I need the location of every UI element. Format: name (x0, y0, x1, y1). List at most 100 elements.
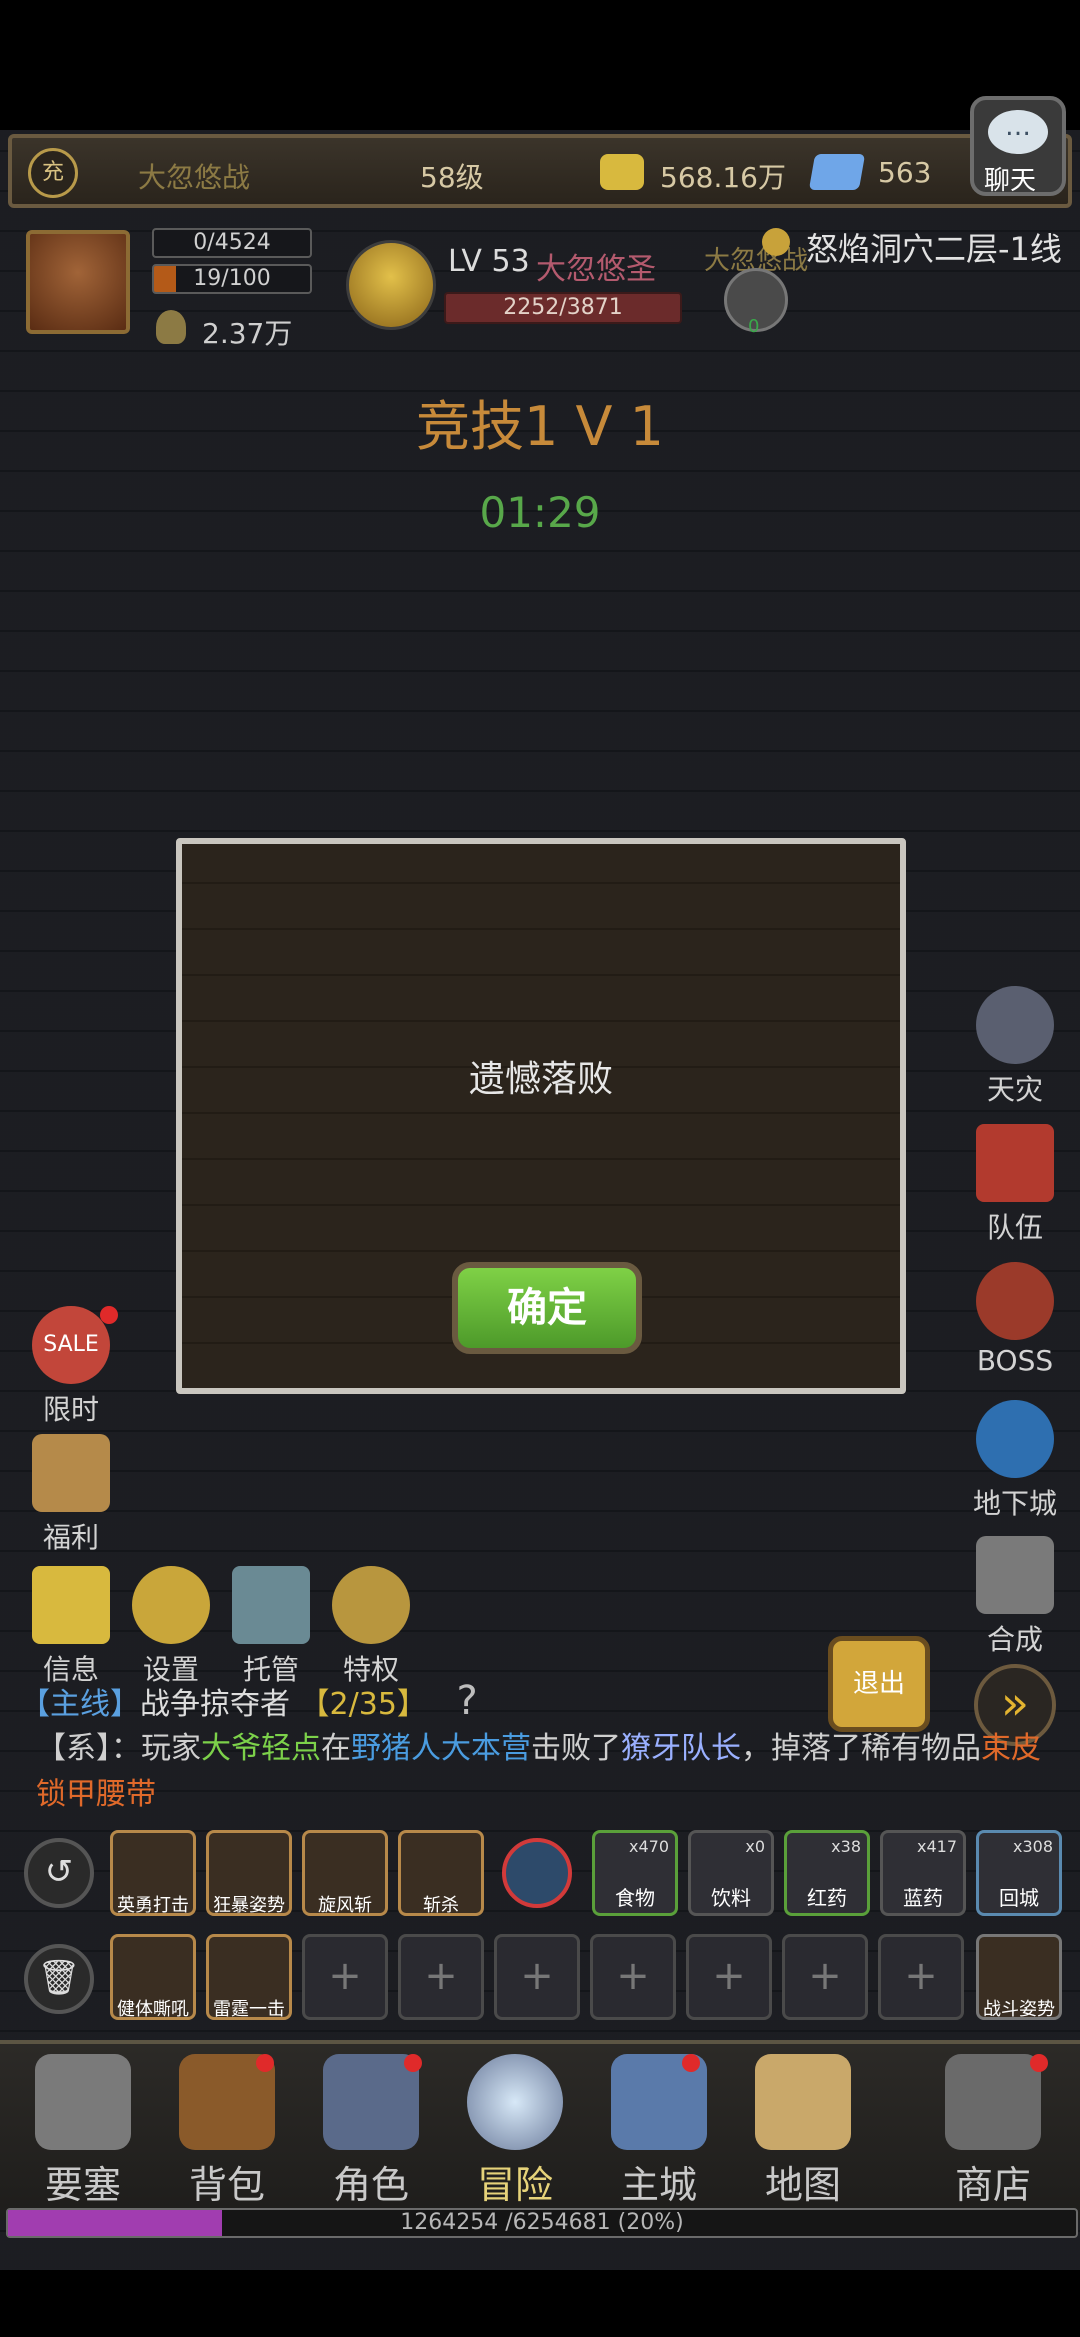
log-player: 大爷轻点 (201, 1731, 321, 1766)
log-place: 野猪人大本营 (351, 1731, 531, 1766)
skill-slot[interactable]: 狂暴姿势 (206, 1830, 292, 1916)
item-slot-drink[interactable]: x0 饮料 (688, 1830, 774, 1916)
item-name: 食物 (615, 1886, 655, 1910)
target-level: LV 53 (448, 244, 530, 279)
side-menu-craft[interactable]: 合成 (960, 1536, 1070, 1658)
nav-fortress[interactable]: 要塞 (16, 2054, 150, 2209)
item-slot-red-potion[interactable]: x38 红药 (784, 1830, 870, 1916)
notification-dot (100, 1306, 118, 1324)
quest-name: 战争掠夺者 (140, 1687, 290, 1722)
item-name: 红药 (807, 1886, 847, 1910)
item-count: x417 (916, 1837, 957, 1856)
skill-label: 战斗姿势 (983, 1999, 1055, 2020)
top-status-bar: 充 大忽悠战 58级 568.16万 563 (8, 134, 1072, 208)
arena-timer: 01:29 (479, 488, 601, 537)
empty-slot[interactable]: + (686, 1934, 772, 2020)
help-icon[interactable]: ? (456, 1678, 477, 1724)
left-menu-label: 限时 (42, 1393, 99, 1426)
left-menu-welfare[interactable]: 福利 (16, 1434, 126, 1556)
nav-backpack[interactable]: 背包 (160, 2054, 294, 2209)
chat-button[interactable]: … 聊天 (970, 96, 1066, 196)
hammer-icon (976, 1536, 1054, 1614)
disabled-skill-icon[interactable] (502, 1838, 572, 1908)
skill-label: 旋风斩 (318, 1895, 372, 1916)
empty-slot[interactable]: + (590, 1934, 676, 2020)
log-prefix: 【系】： (36, 1731, 141, 1766)
side-menu-label: 天灾 (986, 1073, 1043, 1106)
item-name: 蓝药 (903, 1886, 943, 1910)
skill-slot[interactable]: 斩杀 (398, 1830, 484, 1916)
nav-shop[interactable]: 商店 (926, 2054, 1060, 2209)
nav-adventure[interactable]: 冒险 (448, 2054, 582, 2209)
menu-lines-icon (32, 1566, 110, 1644)
skill-label: 斩杀 (423, 1895, 459, 1916)
diamond-amount: 563 (878, 156, 932, 189)
side-menu-label: BOSS (976, 1344, 1054, 1377)
location-name: 怒焰洞穴二层-1线 (806, 230, 1062, 268)
exit-button[interactable]: 退出 (828, 1636, 930, 1732)
side-menu-label: 队伍 (986, 1211, 1043, 1244)
empty-slot[interactable]: + (398, 1934, 484, 2020)
nav-label: 冒险 (476, 2163, 553, 2207)
tool-settings[interactable]: 设置 (116, 1566, 226, 1688)
system-log: 【系】：玩家大爷轻点在野猪人大本营击败了獠牙队长，掉落了稀有物品束皮锁甲腰带 (36, 1726, 1046, 1818)
ally-count: 0 (748, 316, 760, 337)
side-menu-team[interactable]: 队伍 (960, 1124, 1070, 1246)
side-menu-dungeon[interactable]: 地下城 (960, 1400, 1070, 1522)
nav-map[interactable]: 地图 (736, 2054, 870, 2209)
nav-character[interactable]: 角色 (304, 2054, 438, 2209)
trash-icon[interactable]: 🗑 (24, 1944, 94, 2014)
left-menu-limited[interactable]: SALE 限时 (16, 1306, 126, 1428)
item-slot-blue-potion[interactable]: x417 蓝药 (880, 1830, 966, 1916)
log-text: ，掉落了稀有物品 (741, 1731, 981, 1766)
battle-stance-slot[interactable]: 战斗姿势 (976, 1934, 1062, 2020)
helmet-icon (323, 2054, 419, 2150)
side-menu-calamity[interactable]: 天灾 (960, 986, 1070, 1108)
nav-main-city[interactable]: 主城 (592, 2054, 726, 2209)
target-avatar[interactable] (346, 240, 436, 330)
team-banner-icon (976, 1124, 1054, 1202)
item-slot-return[interactable]: x308 回城 (976, 1830, 1062, 1916)
skill-slot[interactable]: 雷霆一击 (206, 1934, 292, 2020)
notification-dot (404, 2054, 422, 2072)
power-icon (156, 310, 186, 344)
confirm-button[interactable]: 确定 (452, 1262, 642, 1354)
gift-icon (32, 1434, 110, 1512)
empty-slot[interactable]: + (494, 1934, 580, 2020)
nav-label: 角色 (332, 2163, 409, 2207)
empty-slot[interactable]: + (878, 1934, 964, 2020)
result-dialog: 遗憾落败 确定 (176, 838, 906, 1394)
tool-info[interactable]: 信息 (16, 1566, 126, 1688)
player-avatar[interactable] (26, 230, 130, 334)
log-boss: 獠牙队长 (621, 1731, 741, 1766)
notification-dot (682, 2054, 700, 2072)
empty-slot[interactable]: + (782, 1934, 868, 2020)
quest-tracker[interactable]: 【主线】战争掠夺者 【2/35】 ? (20, 1678, 478, 1724)
diamond-icon[interactable] (808, 154, 866, 190)
skill-slot[interactable]: 旋风斩 (302, 1830, 388, 1916)
skill-slot[interactable]: 健体嘶吼 (110, 1934, 196, 2020)
side-menu-boss[interactable]: BOSS (960, 1262, 1070, 1377)
gear-icon (132, 1566, 210, 1644)
notification-dot (256, 2054, 274, 2072)
auto-play-icon (232, 1566, 310, 1644)
notification-dot (1030, 2054, 1048, 2072)
tool-privilege[interactable]: 特权 (316, 1566, 426, 1688)
location-pin-icon (762, 228, 790, 256)
boss-demon-icon (976, 1262, 1054, 1340)
undo-icon[interactable]: ↺ (24, 1838, 94, 1908)
skill-slot[interactable]: 英勇打击 (110, 1830, 196, 1916)
recharge-icon[interactable]: 充 (28, 148, 78, 198)
item-name: 回城 (999, 1886, 1039, 1910)
left-menu-label: 福利 (42, 1521, 99, 1554)
item-slot-food[interactable]: x470 食物 (592, 1830, 678, 1916)
nav-label: 商店 (954, 2163, 1031, 2207)
fortress-icon (35, 2054, 131, 2150)
nav-label: 要塞 (44, 2163, 121, 2207)
tool-auto[interactable]: 托管 (216, 1566, 326, 1688)
item-count: x470 (628, 1837, 669, 1856)
side-menu-label: 合成 (986, 1623, 1043, 1656)
gold-icon[interactable] (600, 154, 644, 190)
empty-slot[interactable]: + (302, 1934, 388, 2020)
target-hp-bar: 2252/3871 (444, 292, 682, 324)
